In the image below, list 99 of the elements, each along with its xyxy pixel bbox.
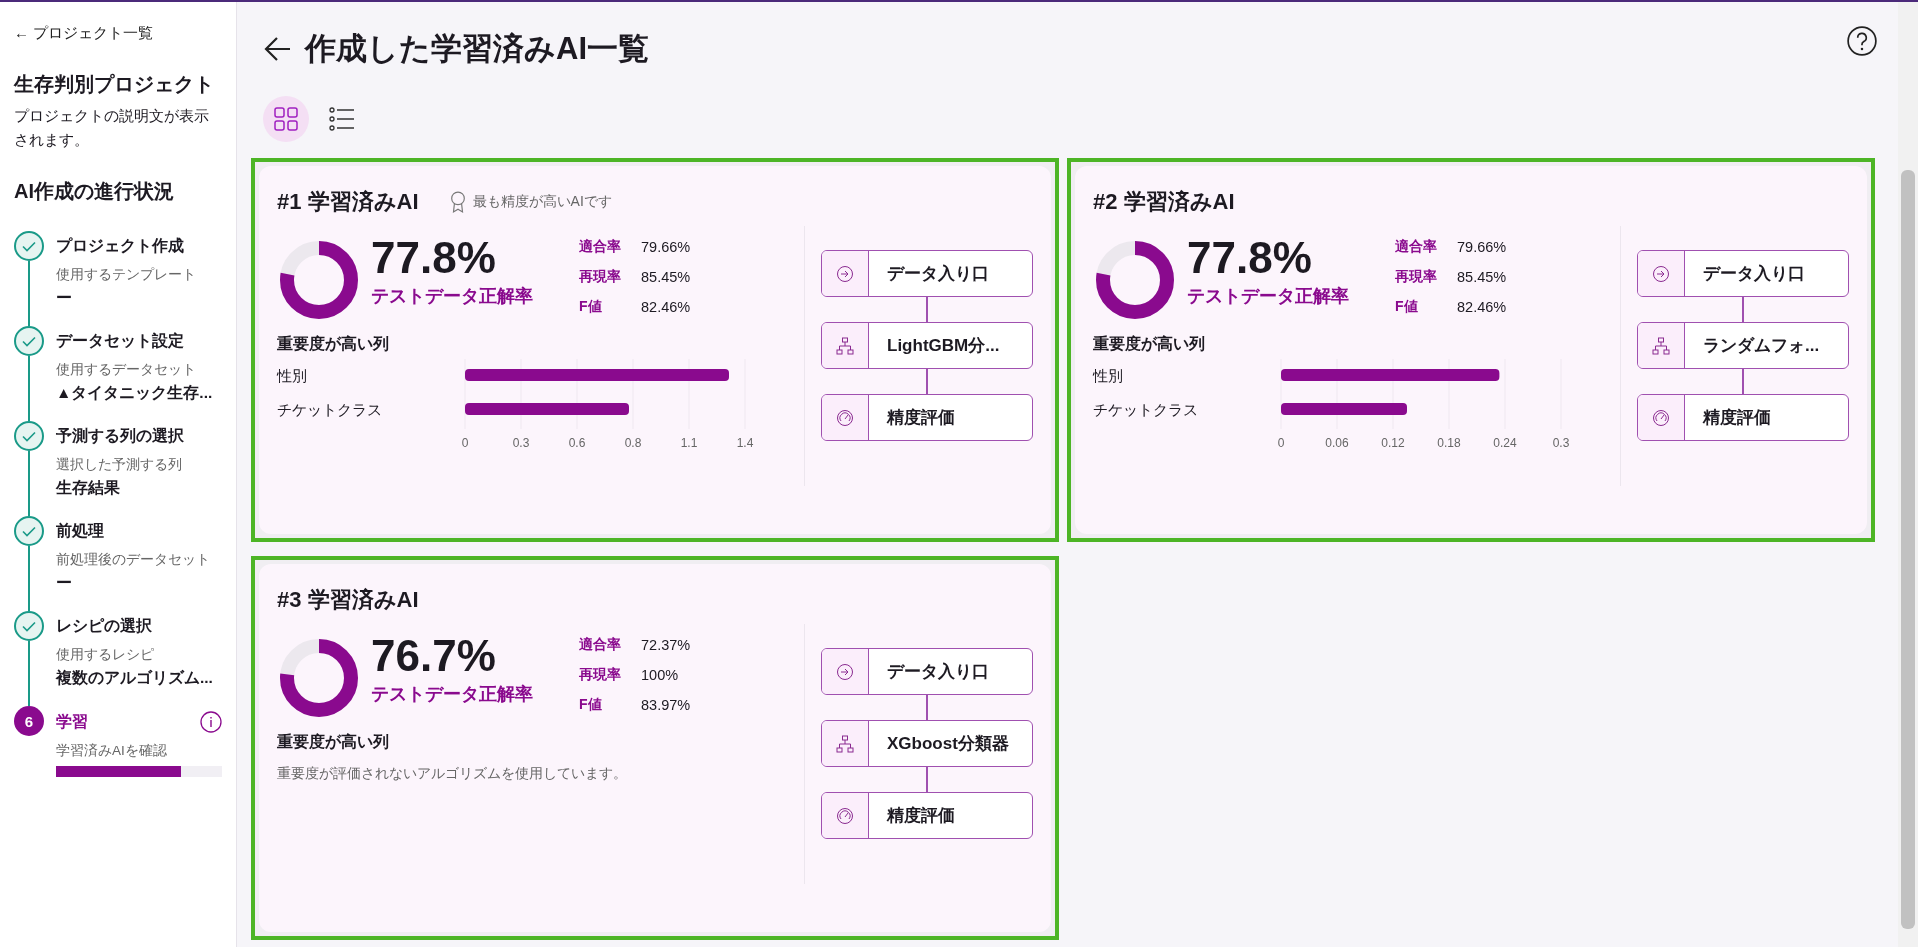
axis-tick-label: 0.6 [568,436,586,450]
metric-value: 100% [641,667,679,683]
step-label: 前処理 [56,521,104,541]
importance-note: 重要度が評価されないアルゴリズムを使用しています。 [277,765,628,783]
model-card[interactable]: #2 学習済みAI 77.8% テストデータ正解率 適合率 79.66% 再現率 85.45% F値 82.46% 重要度が高い列 性別 チケットクラス 0 0.06 0.12 0.18 0.24 0.3 データ入り口 ランダムフォ... 精度評価 [1075,166,1867,534]
importance-title: 重要度が高い列 [277,732,390,752]
axis-tick-label: 1.1 [680,436,698,450]
metric-value: 79.66% [641,239,691,255]
pipeline-node[interactable]: XGboost分類器 [821,720,1033,767]
step-value: ▲タイタニック生存... [56,383,214,403]
axis-tick-label: 1.4 [736,436,754,450]
award-icon [448,190,467,214]
axis-tick-label: 0 [1277,436,1285,450]
pipeline-node[interactable]: 精度評価 [821,792,1033,839]
category-label: チケットクラス [277,401,383,420]
metric-label: 再現率 [1395,268,1438,286]
metric-value: 82.46% [641,299,691,315]
model-card[interactable]: #3 学習済みAI 76.7% テストデータ正解率 適合率 72.37% 再現率 100% F値 83.97% 重要度が高い列 重要度が評価されないアルゴリズムを使用しています。 データ入り口 XGboost分類器 精度評価 [259,564,1051,932]
step-caption: 使用するデータセット [56,361,197,379]
category-label: 性別 [1093,367,1124,386]
metric-value: 85.45% [1457,269,1507,285]
axis-tick-label: 0.8 [624,436,642,450]
category-label: 性別 [277,367,308,386]
accuracy-label: テストデータ正解率 [1187,285,1350,308]
importance-title: 重要度が高い列 [277,334,390,354]
best-model-note: 最も精度が高いAIです [472,193,612,211]
step-caption: 使用するレシピ [56,646,155,664]
accuracy-label: テストデータ正解率 [371,683,534,706]
metric-value: 79.66% [1457,239,1507,255]
progress-title: AI作成の進行状況 [14,179,175,204]
gauge-icon [1651,407,1671,428]
metric-value: 72.37% [641,637,691,653]
metric-value: 85.45% [641,269,691,285]
step-label: 予測する列の選択 [56,426,184,446]
accuracy-value: 77.8% [1187,232,1313,284]
model-card[interactable]: #1 学習済みAI 最も精度が高いAIです 77.8% テストデータ正解率 適合率 79.66% 再現率 85.45% F値 82.46% 重要度が高い列 性別 チケットクラス 0 0.3 0.6 0.8 1.1 1.4 データ入り口 LightGBM分... 精度評価 [259,166,1051,534]
step-number: 6 [14,706,44,736]
axis-tick-label: 0.06 [1325,436,1349,450]
metric-value: 82.46% [1457,299,1507,315]
card-title: #2 学習済みAI [1093,188,1235,216]
card-title: #1 学習済みAI [277,188,419,216]
step-label: レシピの選択 [56,616,152,636]
step-caption: 学習済みAIを確認 [56,742,168,760]
accuracy-label: テストデータ正解率 [371,285,534,308]
step-caption: 使用するテンプレート [56,266,197,284]
axis-tick-label: 0.12 [1381,436,1405,450]
info-icon[interactable] [200,711,222,733]
hierarchy-icon [1651,335,1671,356]
pipeline-node[interactable]: データ入り口 [821,648,1033,695]
metric-label: 適合率 [579,636,622,654]
pipeline-node[interactable]: データ入り口 [1637,250,1849,297]
page-title: 作成した学習済みAI一覧 [305,30,650,68]
hierarchy-icon [835,733,855,754]
grid-view-button[interactable] [263,96,309,142]
enter-icon [1651,263,1671,284]
gauge-icon [835,805,855,826]
step-value: 複数のアルゴリズム... [56,668,214,688]
project-description: プロジェクトの説明文が表示されます。 [14,106,210,150]
back-link[interactable]: ← プロジェクト一覧 [14,24,236,43]
step-caption: 選択した予測する列 [56,456,183,474]
axis-tick-label: 0.3 [1552,436,1570,450]
grid-icon [271,104,301,134]
metric-label: F値 [579,696,603,714]
axis-tick-label: 0.3 [512,436,530,450]
pipeline-node[interactable]: LightGBM分... [821,322,1033,369]
pipeline-node[interactable]: 精度評価 [1637,394,1849,441]
scrollbar[interactable] [1898,0,1918,947]
step-label: データセット設定 [56,331,184,351]
metric-label: 適合率 [1395,238,1438,256]
metric-value: 83.97% [641,697,691,713]
category-label: チケットクラス [1093,401,1199,420]
enter-icon [835,263,855,284]
step-caption: 前処理後のデータセット [56,551,211,569]
step-value: 生存結果 [56,478,121,498]
hierarchy-icon [835,335,855,356]
axis-tick-label: 0.24 [1493,436,1517,450]
axis-tick-label: 0 [461,436,469,450]
pipeline-node[interactable]: ランダムフォ... [1637,322,1849,369]
gauge-icon [835,407,855,428]
metric-label: 再現率 [579,268,622,286]
help-icon[interactable] [1846,25,1878,57]
accuracy-value: 76.7% [371,630,497,682]
enter-icon [835,661,855,682]
pipeline-node[interactable]: データ入り口 [821,250,1033,297]
metric-label: 適合率 [579,238,622,256]
card-title: #3 学習済みAI [277,586,419,614]
step-value: ー [56,573,73,593]
pipeline-node[interactable]: 精度評価 [821,394,1033,441]
list-icon [327,104,357,134]
axis-tick-label: 0.18 [1437,436,1461,450]
step-value: ー [56,288,73,308]
metric-label: F値 [579,298,603,316]
accuracy-value: 77.8% [371,232,497,284]
project-title: 生存判別プロジェクト [14,72,215,97]
metric-label: F値 [1395,298,1419,316]
metric-label: 再現率 [579,666,622,684]
importance-title: 重要度が高い列 [1093,334,1206,354]
step-label: 学習 [56,711,88,732]
step-label: プロジェクト作成 [56,236,184,256]
